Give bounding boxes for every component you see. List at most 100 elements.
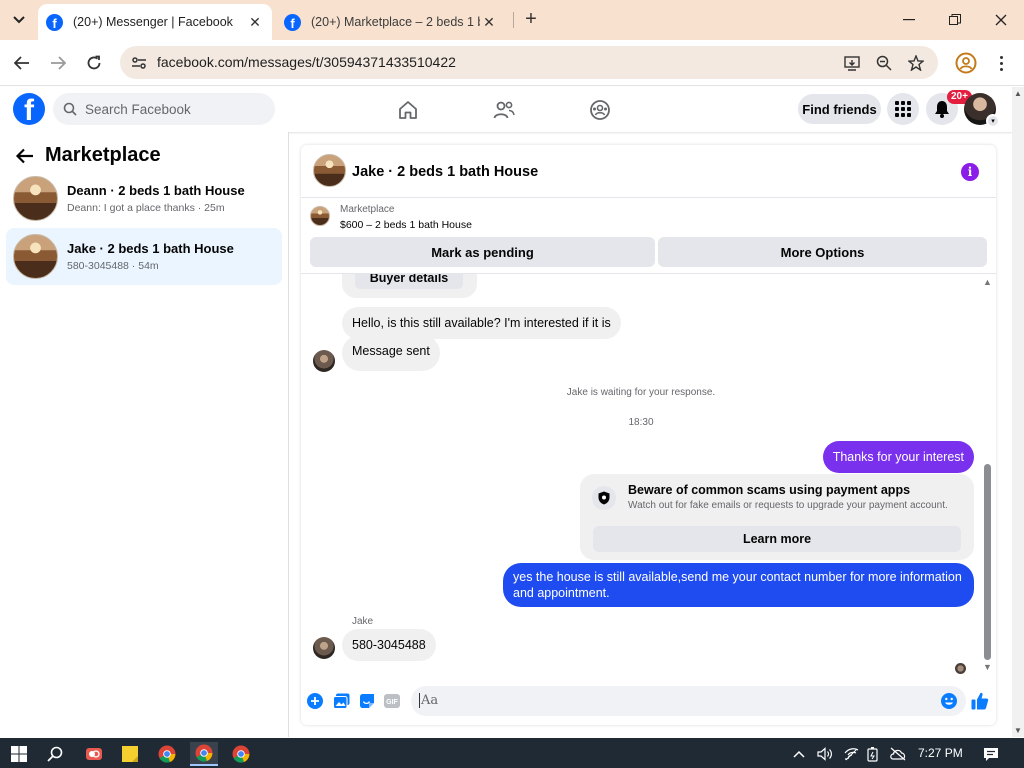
volume-button[interactable] bbox=[814, 742, 836, 766]
speaker-icon bbox=[817, 747, 832, 761]
browser-menu-button[interactable] bbox=[993, 52, 1009, 74]
menu-button[interactable] bbox=[887, 93, 919, 125]
read-receipt-avatar bbox=[955, 663, 966, 674]
scroll-up-icon[interactable]: ▲ bbox=[983, 277, 992, 287]
taskbar-app-chrome-2[interactable] bbox=[227, 742, 255, 766]
minimize-icon bbox=[903, 19, 915, 21]
scroll-up-icon[interactable]: ▲ bbox=[1014, 89, 1022, 98]
sticker-icon[interactable] bbox=[358, 692, 376, 710]
tab-close-icon[interactable]: ✕ bbox=[480, 14, 498, 31]
more-options-button[interactable]: More Options bbox=[658, 237, 987, 267]
start-button[interactable] bbox=[5, 742, 33, 766]
tab-marketplace[interactable]: f (20+) Marketplace – 2 beds 1 b ✕ bbox=[276, 4, 506, 40]
notification-center-button[interactable] bbox=[978, 742, 1004, 766]
account-avatar[interactable]: ▾ bbox=[964, 93, 1000, 128]
address-bar[interactable]: facebook.com/messages/t/3059437143351042… bbox=[120, 46, 938, 79]
home-icon bbox=[399, 101, 417, 119]
waiting-status: Jake is waiting for your response. bbox=[566, 387, 716, 398]
tab-title: (20+) Marketplace – 2 beds 1 b bbox=[311, 15, 480, 29]
page-scrollbar[interactable]: ▲ ▼ bbox=[1012, 87, 1024, 737]
nav-home[interactable] bbox=[395, 97, 421, 123]
back-arrow-icon[interactable] bbox=[14, 145, 36, 167]
find-friends-button[interactable]: Find friends bbox=[798, 94, 881, 124]
restore-button[interactable] bbox=[940, 8, 970, 32]
taskbar-app-snip[interactable] bbox=[80, 742, 108, 766]
message-thread: Buyer details Hello, is this still avail… bbox=[301, 274, 996, 680]
scam-warning-card: Beware of common scams using payment app… bbox=[580, 474, 974, 560]
info-icon[interactable]: i bbox=[961, 163, 979, 181]
snipping-tool-icon bbox=[86, 748, 102, 760]
message-input[interactable]: Aa bbox=[411, 686, 966, 716]
cloud-sync-button[interactable] bbox=[886, 742, 910, 766]
taskbar-app-sticky-notes[interactable] bbox=[116, 742, 144, 766]
back-button[interactable] bbox=[10, 51, 34, 75]
mark-as-pending-button[interactable]: Mark as pending bbox=[310, 237, 655, 267]
listing-thumbnail[interactable] bbox=[310, 206, 330, 226]
close-icon bbox=[995, 14, 1007, 26]
nav-groups[interactable] bbox=[587, 97, 613, 123]
photo-icon[interactable] bbox=[332, 692, 350, 710]
search-placeholder: Search Facebook bbox=[85, 101, 191, 117]
tab-close-icon[interactable]: ✕ bbox=[246, 14, 264, 31]
thumbs-up-icon[interactable] bbox=[970, 691, 990, 711]
taskbar-clock[interactable]: 7:27 PM bbox=[918, 746, 963, 760]
search-facebook-input[interactable]: Search Facebook bbox=[53, 93, 275, 125]
arrow-left-icon bbox=[14, 56, 29, 70]
bookmark-star-icon[interactable] bbox=[907, 54, 925, 72]
close-window-button[interactable] bbox=[986, 8, 1016, 32]
reload-icon bbox=[87, 55, 101, 70]
conversation-title[interactable]: Jake · 2 beds 1 bath House bbox=[352, 164, 538, 180]
site-settings-icon bbox=[132, 57, 146, 69]
browser-tab-strip: f (20+) Messenger | Facebook ✕ f (20+) M… bbox=[0, 0, 1024, 40]
facebook-favicon-icon: f bbox=[46, 13, 63, 31]
thread-scrollbar[interactable]: ▲ ▼ bbox=[981, 274, 995, 680]
taskbar-app-chrome[interactable] bbox=[153, 742, 181, 766]
listing-thumbnail bbox=[13, 176, 58, 221]
chrome-icon bbox=[158, 745, 176, 763]
scroll-down-icon[interactable]: ▼ bbox=[1014, 726, 1022, 735]
message-input-placeholder: Aa bbox=[419, 693, 439, 708]
emoji-icon[interactable] bbox=[940, 692, 958, 710]
network-button[interactable] bbox=[840, 742, 862, 766]
zoom-icon[interactable] bbox=[875, 54, 893, 72]
facebook-header: f Search Facebook Find friends 20+ ▾ bbox=[0, 87, 1012, 132]
message-bubble-incoming: Message sent bbox=[342, 335, 440, 371]
listing-label: Marketplace bbox=[340, 204, 395, 215]
tab-messenger[interactable]: f (20+) Messenger | Facebook ✕ bbox=[38, 4, 272, 40]
taskbar-app-chrome-active[interactable] bbox=[190, 742, 218, 766]
svg-text:GIF: GIF bbox=[386, 699, 398, 706]
facebook-logo[interactable]: f bbox=[13, 93, 45, 125]
scroll-down-icon[interactable]: ▼ bbox=[983, 662, 992, 672]
add-attachment-icon[interactable] bbox=[306, 692, 324, 710]
sender-avatar[interactable] bbox=[313, 350, 335, 372]
arrow-right-icon bbox=[51, 56, 66, 70]
chevron-down-icon bbox=[13, 16, 25, 24]
browser-toolbar: facebook.com/messages/t/3059437143351042… bbox=[0, 40, 1024, 86]
tab-title: (20+) Messenger | Facebook bbox=[73, 15, 233, 29]
sender-avatar[interactable] bbox=[313, 637, 335, 659]
marketplace-sidebar: Marketplace Deann · 2 beds 1 bath House … bbox=[0, 132, 289, 737]
taskbar-search-button[interactable] bbox=[41, 742, 69, 766]
nav-friends[interactable] bbox=[491, 97, 517, 123]
tab-search-button[interactable] bbox=[6, 8, 32, 32]
conversation-item-deann[interactable]: Deann · 2 beds 1 bath House Deann: I got… bbox=[6, 170, 282, 227]
message-timestamp: 18:30 bbox=[628, 417, 654, 428]
profile-icon[interactable] bbox=[955, 52, 977, 74]
scam-warning-body: Watch out for fake emails or requests to… bbox=[628, 500, 948, 511]
minimize-button[interactable] bbox=[894, 8, 924, 32]
install-app-icon[interactable] bbox=[843, 54, 861, 72]
learn-more-button[interactable]: Learn more bbox=[593, 526, 961, 552]
forward-button[interactable] bbox=[46, 51, 70, 75]
show-hidden-icons-button[interactable] bbox=[788, 742, 810, 766]
listing-price[interactable]: $600 – 2 beds 1 bath House bbox=[340, 219, 472, 231]
new-tab-button[interactable]: + bbox=[520, 9, 542, 31]
battery-button[interactable] bbox=[862, 742, 884, 766]
chrome-icon bbox=[195, 744, 213, 762]
windows-logo-icon bbox=[11, 746, 27, 762]
listing-thumbnail[interactable] bbox=[313, 154, 346, 187]
scrollbar-thumb[interactable] bbox=[984, 464, 991, 660]
conversation-item-jake[interactable]: Jake · 2 beds 1 bath House 580-3045488 ·… bbox=[6, 228, 282, 285]
gif-icon[interactable]: GIF bbox=[383, 692, 401, 710]
buyer-details-button[interactable]: Buyer details bbox=[355, 274, 463, 289]
reload-button[interactable] bbox=[82, 51, 106, 75]
